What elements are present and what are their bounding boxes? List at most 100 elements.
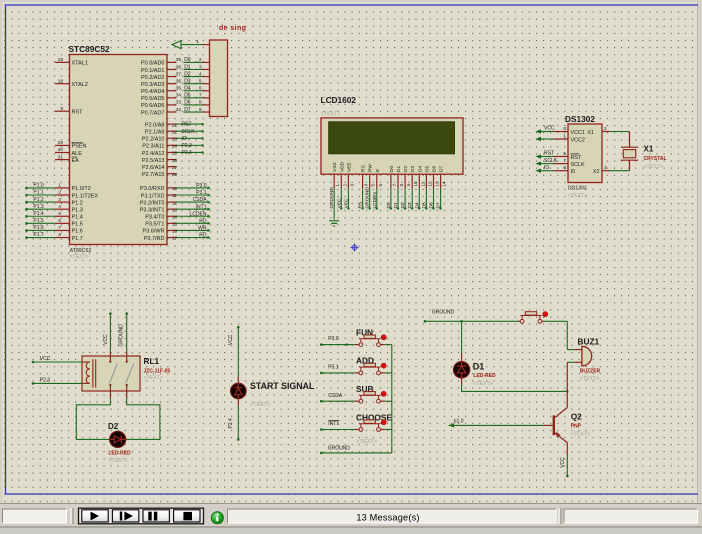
svg-text:P1.7: P1.7 bbox=[33, 232, 44, 238]
svg-text:JZC-11F-05: JZC-11F-05 bbox=[144, 369, 171, 375]
svg-text:<TEXT>: <TEXT> bbox=[571, 432, 590, 438]
svg-text:5: 5 bbox=[371, 184, 376, 187]
svg-text:8: 8 bbox=[399, 184, 404, 187]
svg-text:D7: D7 bbox=[184, 107, 191, 113]
svg-text:GROUND: GROUND bbox=[432, 310, 455, 316]
svg-text:5: 5 bbox=[58, 211, 61, 217]
svg-text:D6: D6 bbox=[432, 166, 438, 172]
svg-text:RST: RST bbox=[571, 155, 582, 161]
svg-text:1: 1 bbox=[563, 134, 566, 140]
svg-text:INT1: INT1 bbox=[328, 421, 339, 427]
svg-text:P0.7/AD7: P0.7/AD7 bbox=[141, 110, 165, 116]
svg-text:IO: IO bbox=[182, 136, 187, 142]
svg-text:37: 37 bbox=[176, 71, 182, 77]
svg-text:P3.1: P3.1 bbox=[328, 365, 339, 371]
svg-text:8: 8 bbox=[199, 100, 202, 106]
svg-text:P1.4: P1.4 bbox=[33, 211, 44, 217]
svg-text:LCDEN: LCDEN bbox=[372, 192, 378, 209]
svg-text:4: 4 bbox=[58, 204, 61, 210]
svg-text:P3.0/RXD: P3.0/RXD bbox=[140, 186, 164, 192]
svg-text:D2: D2 bbox=[184, 71, 191, 77]
svg-text:9: 9 bbox=[60, 106, 63, 112]
svg-text:RST: RST bbox=[72, 110, 84, 116]
svg-text:EA: EA bbox=[72, 158, 80, 164]
svg-text:31: 31 bbox=[58, 154, 64, 160]
svg-text:P1.1: P1.1 bbox=[33, 190, 44, 196]
svg-text:29: 29 bbox=[58, 140, 64, 146]
svg-text:<TEXT>: <TEXT> bbox=[568, 193, 587, 199]
svg-text:E: E bbox=[375, 169, 381, 172]
svg-text:D1: D1 bbox=[473, 362, 485, 372]
svg-text:RS: RS bbox=[361, 165, 367, 172]
svg-text:SCLK: SCLK bbox=[571, 162, 585, 168]
svg-text:SCLK: SCLK bbox=[182, 129, 196, 135]
svg-text:GROUND: GROUND bbox=[329, 187, 335, 209]
svg-text:XTAL2: XTAL2 bbox=[72, 82, 88, 88]
svg-text:3: 3 bbox=[58, 197, 61, 203]
svg-text:6: 6 bbox=[199, 86, 202, 92]
svg-text:P2.4/A12: P2.4/A12 bbox=[142, 151, 165, 157]
svg-text:RD: RD bbox=[199, 233, 207, 239]
svg-text:RST: RST bbox=[182, 122, 192, 128]
svg-text:D0: D0 bbox=[389, 166, 395, 172]
svg-text:P3.5/T1: P3.5/T1 bbox=[145, 222, 164, 228]
svg-text:D1: D1 bbox=[396, 166, 402, 172]
svg-text:GROUND: GROUND bbox=[328, 446, 351, 452]
svg-text:11: 11 bbox=[172, 193, 177, 199]
svg-text:D1: D1 bbox=[184, 64, 191, 70]
svg-text:11: 11 bbox=[420, 181, 425, 186]
svg-text:D3: D3 bbox=[410, 166, 416, 172]
svg-text:<TEXT>: <TEXT> bbox=[108, 458, 127, 464]
svg-text:BUZZER: BUZZER bbox=[580, 368, 601, 374]
svg-text:WR: WR bbox=[198, 226, 207, 232]
svg-text:VCC: VCC bbox=[103, 334, 109, 345]
svg-text:5: 5 bbox=[563, 151, 566, 157]
svg-text:P2.6/A14: P2.6/A14 bbox=[142, 165, 165, 171]
svg-text:33: 33 bbox=[176, 100, 182, 106]
svg-text:D1: D1 bbox=[393, 202, 399, 208]
svg-text:VSS: VSS bbox=[332, 162, 338, 172]
svg-text:P3.1/TXD: P3.1/TXD bbox=[141, 193, 165, 199]
svg-text:10: 10 bbox=[172, 186, 178, 192]
svg-text:BUZ1: BUZ1 bbox=[578, 337, 600, 347]
svg-text:INT1: INT1 bbox=[196, 204, 207, 210]
svg-text:12: 12 bbox=[172, 200, 178, 206]
svg-text:16: 16 bbox=[172, 229, 178, 235]
svg-text:26: 26 bbox=[172, 158, 178, 164]
svg-text:I0: I0 bbox=[571, 169, 576, 175]
svg-text:5: 5 bbox=[199, 78, 202, 84]
svg-text:CRYSTAL: CRYSTAL bbox=[644, 156, 667, 162]
svg-text:ALE: ALE bbox=[72, 151, 83, 157]
svg-text:LED-RED: LED-RED bbox=[108, 451, 131, 457]
svg-text:<TEXT>: <TEXT> bbox=[250, 402, 270, 408]
svg-text:CSDA: CSDA bbox=[193, 197, 208, 203]
svg-text:de sing: de sing bbox=[219, 25, 246, 32]
svg-text:D6: D6 bbox=[429, 202, 435, 208]
svg-text:VEE: VEE bbox=[346, 162, 352, 172]
svg-text:1: 1 bbox=[196, 39, 199, 45]
svg-text:LCDEN: LCDEN bbox=[190, 211, 207, 217]
svg-text:P1.6: P1.6 bbox=[72, 229, 83, 235]
svg-text:XTAL1: XTAL1 bbox=[72, 61, 88, 67]
svg-text:X1: X1 bbox=[587, 130, 594, 136]
svg-text:P3.0: P3.0 bbox=[196, 183, 207, 189]
svg-text:DS1302: DS1302 bbox=[565, 114, 595, 124]
svg-text:VCC: VCC bbox=[336, 198, 342, 209]
svg-text:35: 35 bbox=[176, 86, 182, 92]
svg-text:PSEN: PSEN bbox=[72, 144, 87, 150]
svg-text:P3.7/RD: P3.7/RD bbox=[144, 236, 165, 242]
svg-text:P1.0/T2: P1.0/T2 bbox=[72, 186, 91, 192]
svg-text:Q2: Q2 bbox=[571, 411, 582, 421]
svg-text:P0.2/AD2: P0.2/AD2 bbox=[141, 75, 165, 81]
svg-text:P3.6/WR: P3.6/WR bbox=[142, 229, 164, 235]
svg-text:3: 3 bbox=[199, 64, 202, 70]
svg-text:9: 9 bbox=[406, 184, 411, 187]
svg-text:P2.7/A15: P2.7/A15 bbox=[142, 172, 165, 178]
svg-text:7: 7 bbox=[392, 184, 397, 187]
svg-text:D2: D2 bbox=[108, 422, 119, 431]
svg-text:19: 19 bbox=[58, 57, 64, 63]
svg-text:SCLK: SCLK bbox=[544, 158, 558, 164]
svg-text:6: 6 bbox=[563, 165, 566, 171]
svg-text:RL1: RL1 bbox=[144, 356, 160, 366]
svg-text:P2.4: P2.4 bbox=[182, 150, 193, 156]
